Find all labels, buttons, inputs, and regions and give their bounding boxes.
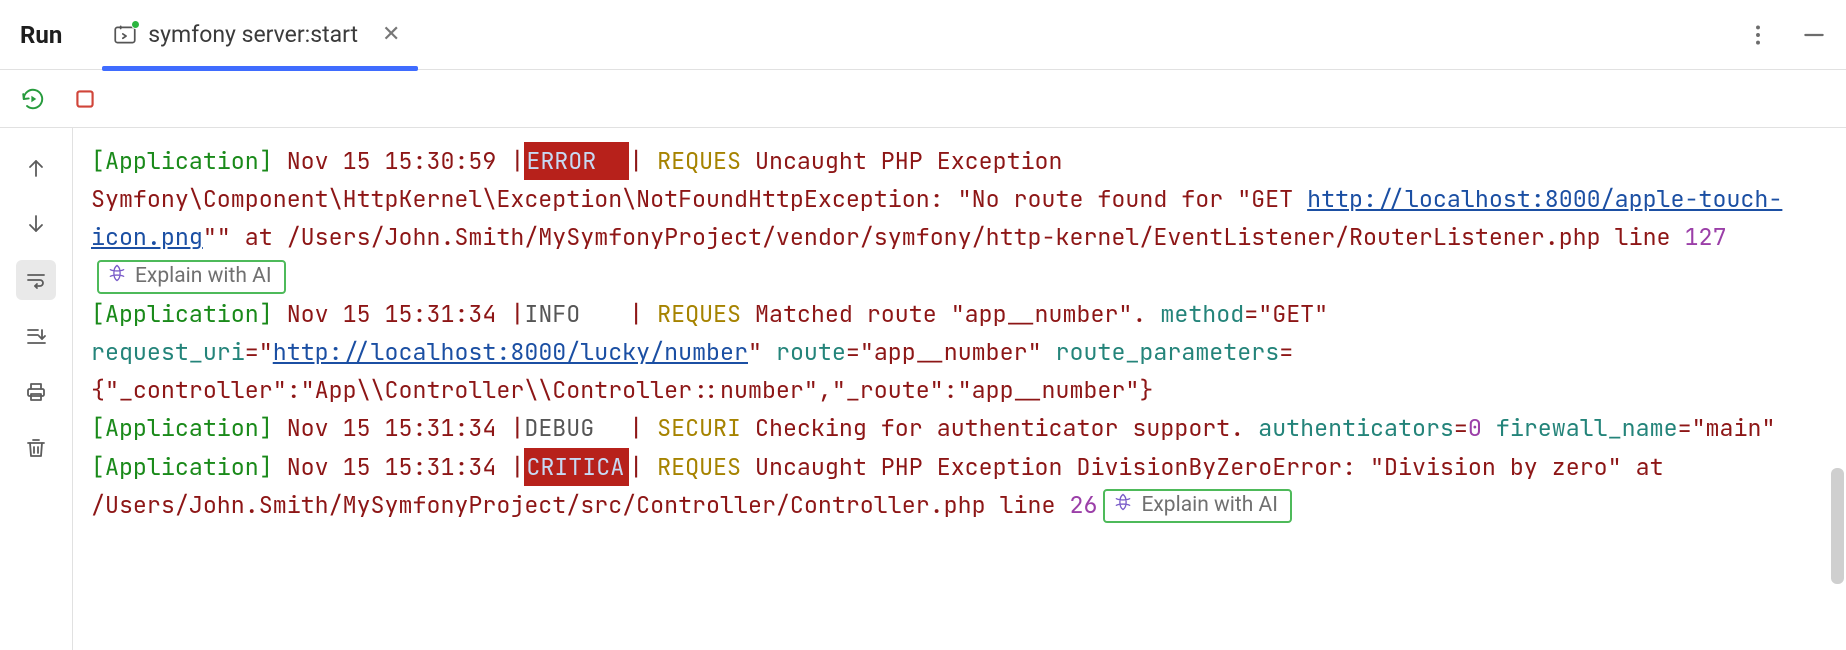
run-tab-label: symfony server:start [148,21,358,48]
log-level-badge: ERROR [524,142,629,180]
terminal-run-icon [112,22,138,48]
run-panel-body: [Application] Nov 15 15:30:59 |ERROR| RE… [0,128,1846,650]
log-kv-key: route [776,336,846,367]
log-kv-key: method [1160,298,1244,329]
vertical-scrollbar[interactable] [1831,468,1844,584]
explain-with-ai-label: Explain with AI [135,263,272,290]
soft-wrap-button[interactable] [16,260,56,300]
log-message: "" at /Users/John.Smith/MySymfonyProject… [203,221,1685,252]
log-line-number: 127 [1685,221,1727,252]
scroll-to-bottom-button[interactable] [16,204,56,244]
log-message: Matched route "app__number". [755,298,1160,329]
log-level: INFO [524,295,629,333]
log-kv-key: route_parameters [1056,336,1280,367]
log-kv-key: request_uri [91,336,245,367]
log-kv-value: {"_controller":"App\\Controller\\Control… [91,374,1153,405]
log-channel: REQUES [657,298,741,329]
log-timestamp: Nov 15 15:31:34 [287,412,497,443]
explain-with-ai-button[interactable]: Explain with AI [97,260,286,294]
running-indicator-icon [131,20,140,29]
log-entry: [Application] Nov 15 15:31:34 |CRITICA| … [91,448,1806,524]
console-output[interactable]: [Application] Nov 15 15:30:59 |ERROR| RE… [72,128,1846,650]
run-tab[interactable]: symfony server:start ✕ [102,0,418,70]
log-kv-value: "GET" [1258,298,1328,329]
log-kv-value: 0 [1468,412,1482,443]
log-channel: REQUES [657,145,741,176]
log-kv-eq: = [1279,336,1293,367]
log-tag: [Application] [91,298,273,329]
clear-all-button[interactable] [16,428,56,468]
log-line-number: 26 [1069,489,1097,520]
log-entry: [Application] Nov 15 15:31:34 |INFO| REQ… [91,295,1806,410]
panel-header-actions [1744,21,1828,49]
log-entry: [Application] Nov 15 15:31:34 |DEBUG| SE… [91,409,1806,447]
log-kv-eq: = [1454,412,1468,443]
log-tag: [Application] [91,451,273,482]
hide-panel-icon[interactable] [1800,21,1828,49]
log-kv-value: "main" [1692,412,1776,443]
stop-button[interactable] [68,82,102,116]
close-tab-button[interactable]: ✕ [382,24,400,46]
log-timestamp: Nov 15 15:31:34 [287,451,497,482]
log-channel: SECURI [657,412,741,443]
panel-title: Run [20,21,62,49]
log-link[interactable]: http://localhost:8000/lucky/number [273,336,748,367]
log-timestamp: Nov 15 15:30:59 [287,145,497,176]
print-button[interactable] [16,372,56,412]
more-options-icon[interactable] [1744,21,1772,49]
run-panel-header: Run symfony server:start ✕ [0,0,1846,70]
scroll-to-end-button[interactable] [16,316,56,356]
log-channel: REQUES [657,451,741,482]
log-kv-value: "app__number" [860,336,1042,367]
log-entry: [Application] Nov 15 15:30:59 |ERROR| RE… [91,142,1806,295]
scroll-to-top-button[interactable] [16,148,56,188]
log-kv-eq: = [245,336,259,367]
ai-spiral-icon [107,263,127,291]
ai-spiral-icon [1113,492,1133,520]
log-kv-eq: = [1678,412,1692,443]
log-level: DEBUG [524,409,629,447]
active-tab-underline [102,66,418,71]
log-tag: [Application] [91,412,273,443]
log-level-badge: CRITICA [524,448,629,486]
log-tag: [Application] [91,145,273,176]
log-message: Checking for authenticator support. [755,412,1258,443]
run-toolbar [0,70,1846,128]
log-kv-eq: = [846,336,860,367]
explain-with-ai-label: Explain with AI [1141,492,1278,519]
explain-with-ai-button[interactable]: Explain with AI [1103,489,1292,523]
rerun-button[interactable] [16,82,50,116]
console-sidebar [0,128,72,650]
log-kv-eq: = [1244,298,1258,329]
log-kv-key: firewall_name [1496,412,1678,443]
log-kv-key: authenticators [1258,412,1454,443]
log-timestamp: Nov 15 15:31:34 [287,298,497,329]
